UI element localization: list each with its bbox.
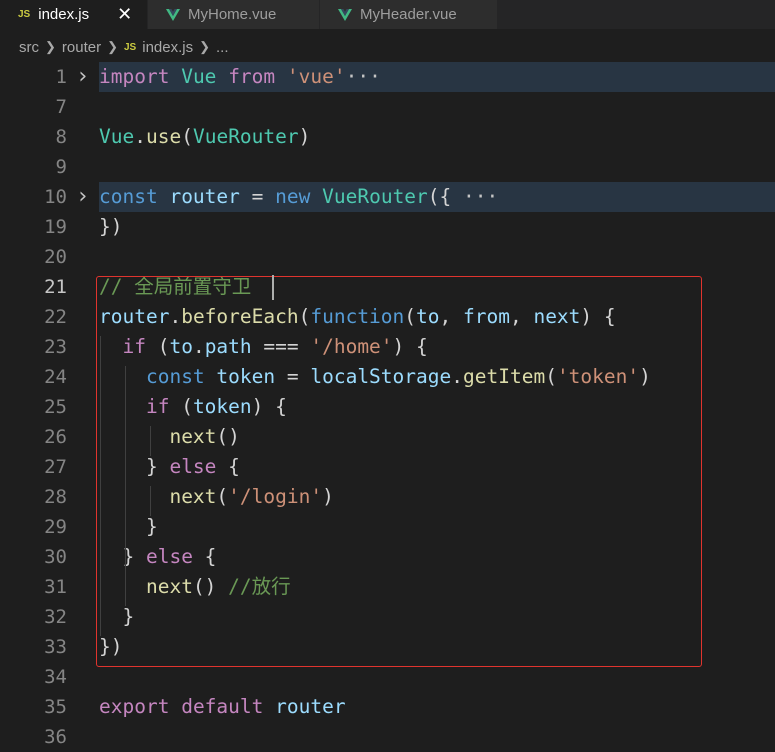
code-line[interactable]: 9 — [0, 152, 775, 182]
breadcrumb-item-symbol[interactable]: ... — [216, 39, 229, 56]
code-text: export default router — [99, 692, 346, 722]
code-token: use — [145, 125, 182, 148]
code-token: import — [99, 65, 170, 88]
vue-file-icon — [338, 8, 352, 21]
line-number: 20 — [44, 246, 67, 268]
line-number: 28 — [44, 486, 67, 508]
chevron-right-icon: ❯ — [199, 39, 210, 54]
line-number: 34 — [44, 666, 67, 688]
code-token: export — [99, 695, 170, 718]
code-token: ··· — [451, 185, 499, 208]
code-token: ) — [298, 125, 311, 148]
code-text: const router = new VueRouter({ ··· — [99, 182, 498, 212]
close-icon[interactable]: ✕ — [117, 4, 132, 25]
vue-file-icon — [166, 8, 180, 21]
code-token: const — [99, 185, 158, 208]
line-number: 21 — [44, 276, 67, 298]
code-token: from — [228, 65, 276, 88]
line-number: 36 — [44, 726, 67, 748]
code-line[interactable]: 36 — [0, 722, 775, 752]
code-token: new — [275, 185, 311, 208]
code-line[interactable]: 1 › import Vue from 'vue'··· — [0, 62, 775, 92]
code-line[interactable]: 10 › const router = new VueRouter({ ··· — [0, 182, 775, 212]
line-number: 8 — [55, 126, 67, 148]
breadcrumb: src ❯ router ❯ JS index.js ❯ ... — [0, 29, 775, 65]
tab-label: MyHeader.vue — [360, 6, 457, 23]
line-number: 29 — [44, 516, 67, 538]
line-number: 9 — [55, 156, 67, 178]
line-number: 27 — [44, 456, 67, 478]
line-number: 31 — [44, 576, 67, 598]
tab-myhome-vue[interactable]: MyHome.vue — [148, 0, 320, 29]
chevron-right-icon: ❯ — [45, 39, 56, 54]
line-number: 7 — [55, 96, 67, 118]
code-token: router — [275, 695, 346, 718]
line-number: 23 — [44, 336, 67, 358]
tab-myheader-vue[interactable]: MyHeader.vue — [320, 0, 498, 29]
code-token: ( — [181, 125, 193, 148]
line-number: 24 — [44, 366, 67, 388]
code-token: Vue — [99, 125, 135, 148]
code-line[interactable]: 8 Vue.use(VueRouter) — [0, 122, 775, 152]
code-text: Vue.use(VueRouter) — [99, 122, 310, 152]
javascript-file-icon: JS — [124, 41, 137, 53]
code-line[interactable]: 19}) — [0, 212, 775, 242]
tab-label: index.js — [38, 6, 90, 23]
line-number: 10 — [44, 186, 67, 208]
line-number: 35 — [44, 696, 67, 718]
code-token: Vue — [181, 65, 217, 88]
fold-chevron-icon[interactable]: › — [76, 62, 89, 92]
editor-tab-bar: JS index.js ✕ MyHome.vue MyHeader.vue — [0, 0, 775, 29]
line-number: 26 — [44, 426, 67, 448]
code-token: 'vue' — [286, 65, 346, 88]
line-number: 30 — [44, 546, 67, 568]
code-token: ··· — [345, 65, 381, 88]
line-number: 1 — [55, 66, 67, 88]
code-line[interactable]: 7 — [0, 92, 775, 122]
code-text: }) — [99, 212, 122, 242]
tab-label: MyHome.vue — [188, 6, 277, 23]
line-number: 22 — [44, 306, 67, 328]
code-token: router — [169, 185, 240, 208]
annotation-highlight-box — [96, 276, 702, 667]
text-cursor — [272, 275, 274, 300]
code-text: import Vue from 'vue'··· — [99, 62, 381, 92]
line-number: 33 — [44, 636, 67, 658]
code-token: default — [181, 695, 264, 718]
javascript-file-icon: JS — [18, 9, 31, 20]
fold-chevron-icon[interactable]: › — [76, 182, 89, 212]
line-number: 19 — [44, 216, 67, 238]
code-token: . — [134, 125, 146, 148]
line-number: 32 — [44, 606, 67, 628]
tab-index-js[interactable]: JS index.js ✕ — [0, 0, 148, 29]
code-token: VueRouter — [192, 125, 299, 148]
code-line[interactable]: 35 export default router — [0, 692, 775, 722]
code-token: = — [239, 185, 276, 208]
code-token: ({ — [427, 185, 452, 208]
line-number: 25 — [44, 396, 67, 418]
chevron-right-icon: ❯ — [107, 39, 118, 54]
breadcrumb-item-router[interactable]: router — [62, 39, 101, 56]
breadcrumb-item-file[interactable]: index.js — [142, 39, 193, 56]
code-token: VueRouter — [322, 185, 428, 208]
code-token: }) — [99, 215, 123, 238]
breadcrumb-item-src[interactable]: src — [19, 39, 39, 56]
code-line[interactable]: 20 — [0, 242, 775, 272]
